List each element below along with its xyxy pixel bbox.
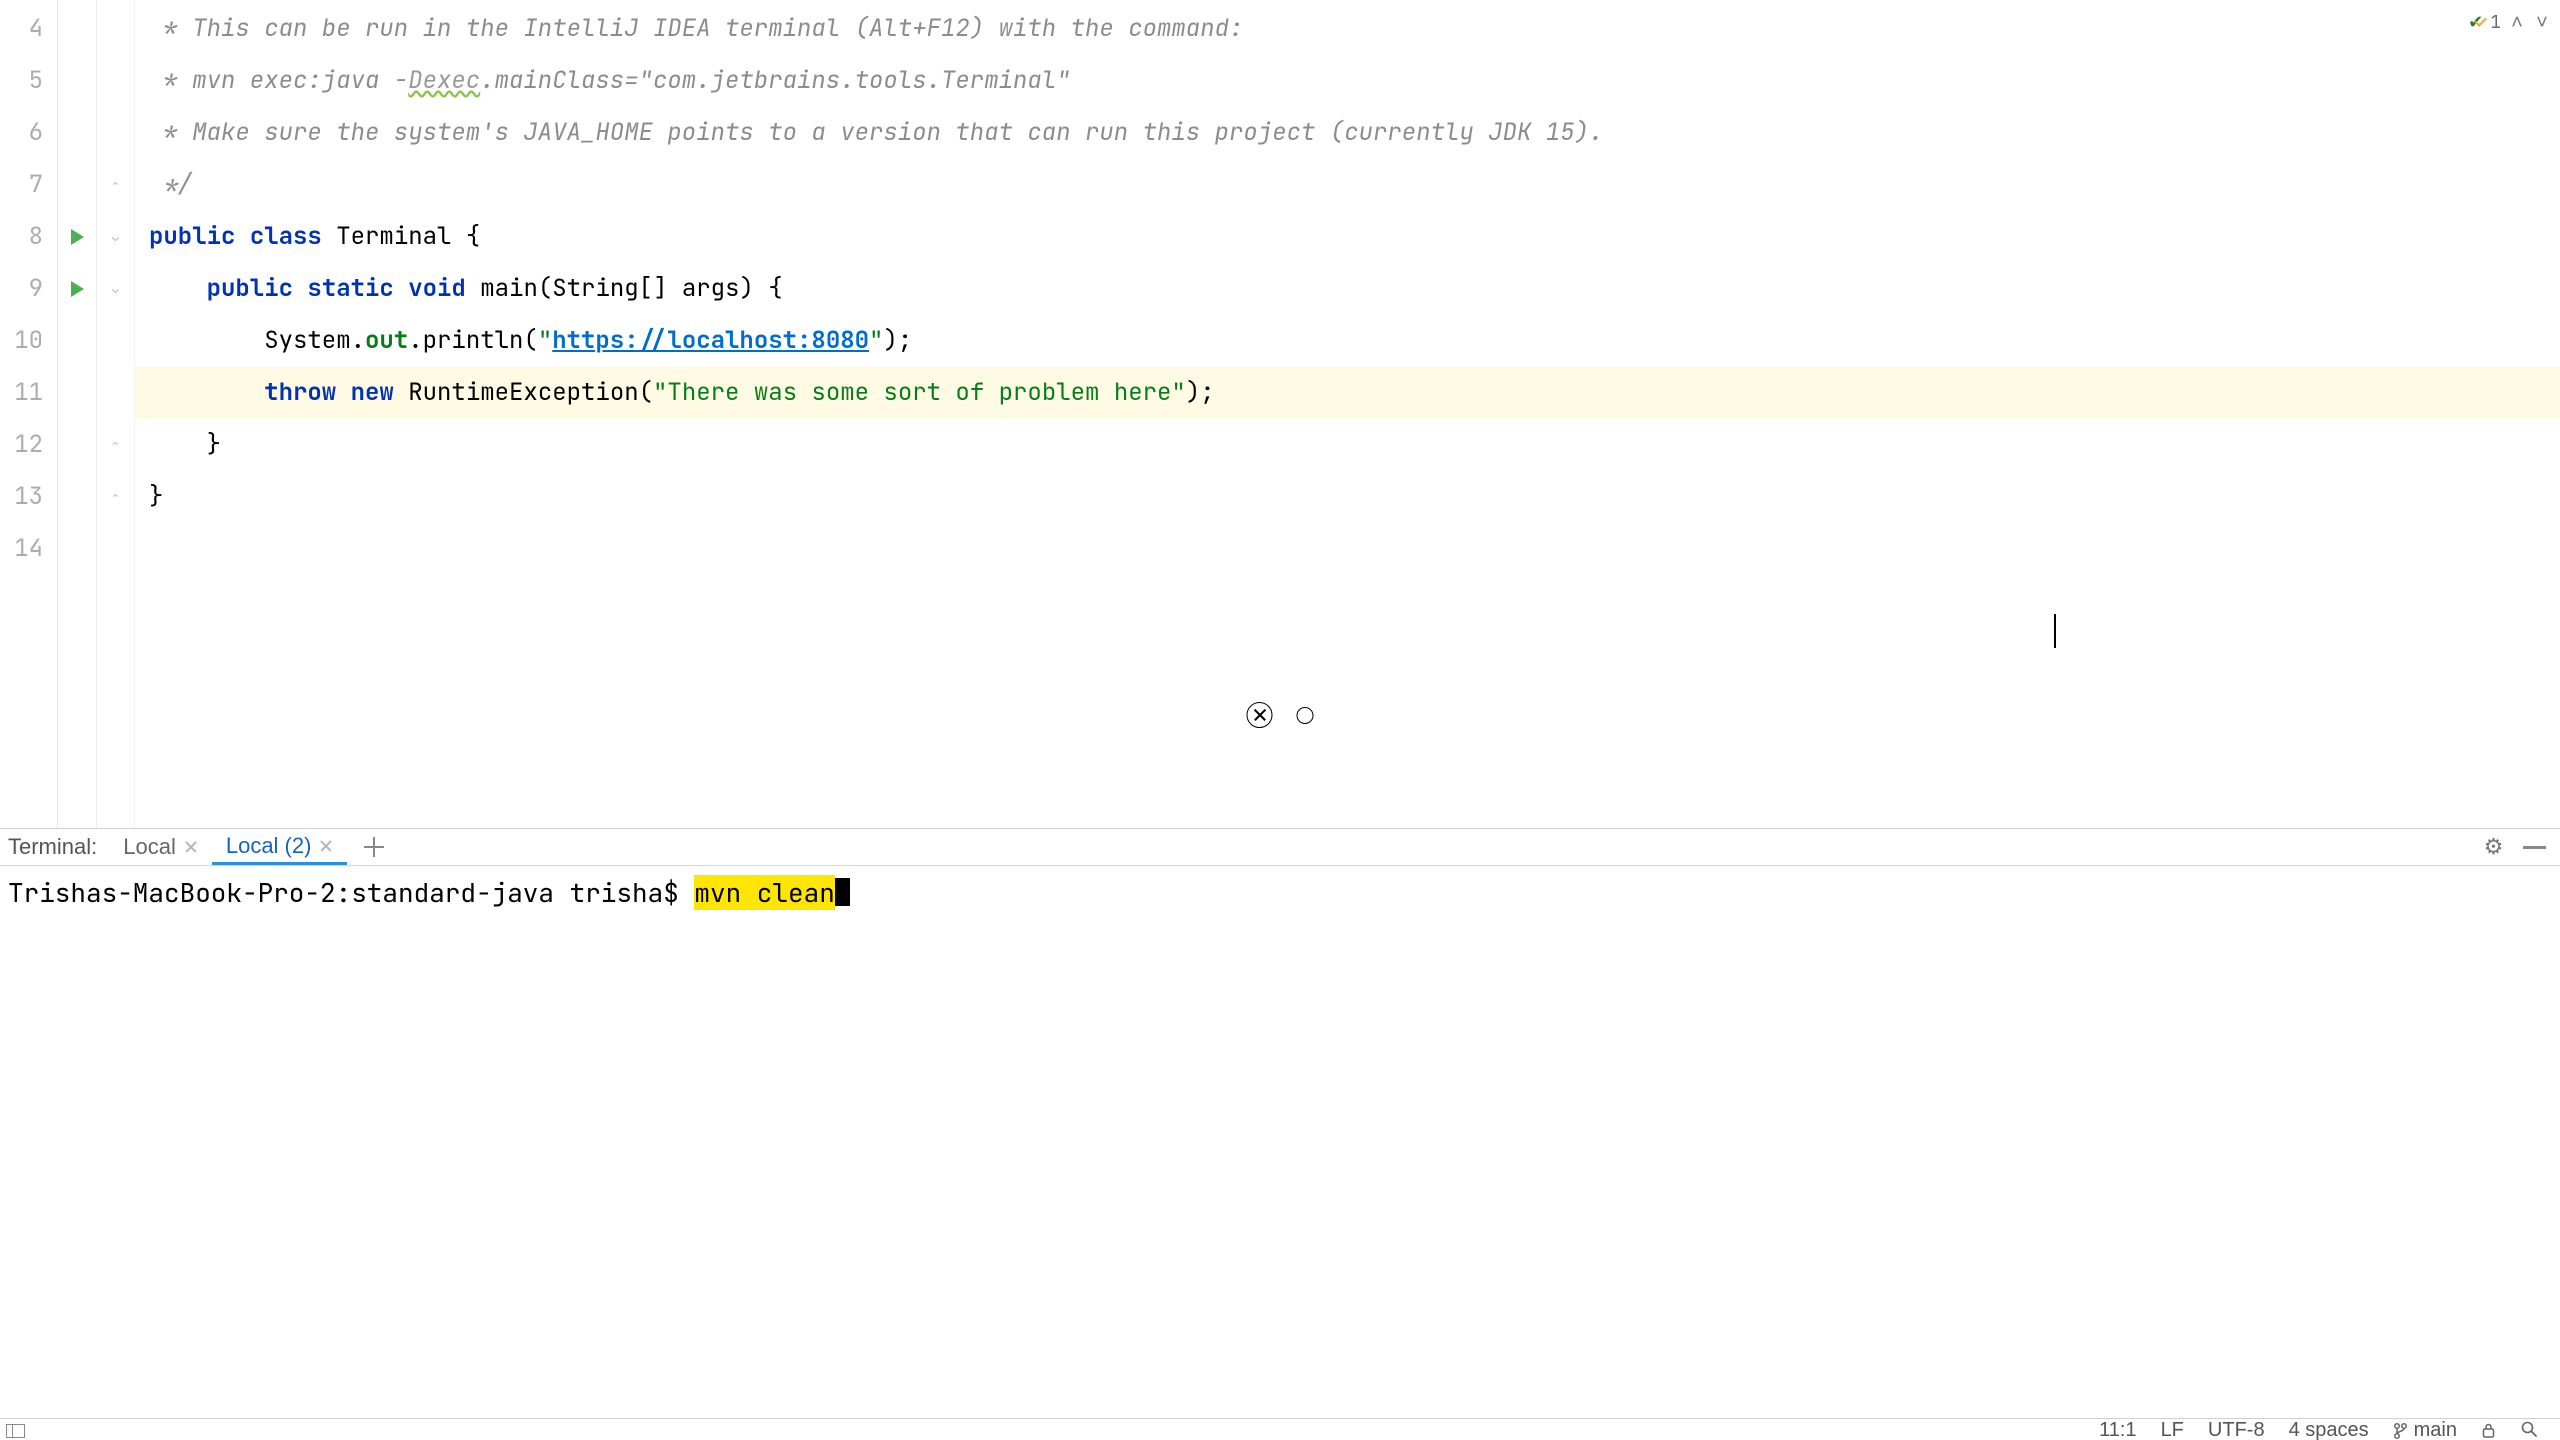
url-link[interactable]: https://localhost:8080 bbox=[552, 325, 869, 356]
status-caret-position[interactable]: 11:1 bbox=[2087, 1419, 2148, 1440]
inspection-ok-icon: ✔ bbox=[2468, 11, 2483, 34]
status-bar: 11:1 LF UTF-8 4 spaces main bbox=[0, 1418, 2560, 1440]
run-main-icon[interactable] bbox=[71, 281, 84, 297]
code-line[interactable]: } bbox=[135, 419, 2560, 471]
add-terminal-tab-icon[interactable] bbox=[361, 834, 387, 860]
code-line-current[interactable]: throw new RuntimeException("There was so… bbox=[135, 367, 2560, 419]
close-hint-icon[interactable] bbox=[1247, 702, 1273, 728]
line-number[interactable]: 8 bbox=[0, 211, 57, 263]
status-indent[interactable]: 4 spaces bbox=[2277, 1419, 2381, 1440]
terminal-prompt: Trishas-MacBook-Pro-2:standard-java tris… bbox=[8, 875, 694, 910]
code-line[interactable]: * mvn exec:java -Dexec.mainClass="com.je… bbox=[135, 55, 2560, 107]
status-git-branch[interactable]: main bbox=[2381, 1419, 2469, 1440]
terminal-body[interactable]: Trishas-MacBook-Pro-2:standard-java tris… bbox=[0, 866, 2560, 1418]
status-line-separator[interactable]: LF bbox=[2149, 1419, 2196, 1440]
fold-start-icon[interactable]: ⌄ bbox=[112, 229, 119, 245]
inspection-count: 1 bbox=[2490, 11, 2501, 34]
inspection-widget[interactable]: ✔ 1 ˄ ˅ bbox=[2468, 7, 2551, 37]
fold-start-icon[interactable]: ⌄ bbox=[112, 281, 119, 297]
code-line[interactable]: public class Terminal { bbox=[135, 211, 2560, 263]
editor-scrollbar[interactable] bbox=[2542, 0, 2560, 828]
editor-caret bbox=[2054, 614, 2056, 648]
fold-end-icon[interactable]: ⌃ bbox=[112, 489, 119, 505]
terminal-cursor bbox=[835, 878, 850, 906]
close-tab-icon[interactable] bbox=[319, 839, 333, 853]
pager-dot-icon[interactable] bbox=[1297, 707, 1314, 724]
line-number[interactable]: 7 bbox=[0, 159, 57, 211]
code-line[interactable]: * This can be run in the IntelliJ IDEA t… bbox=[135, 3, 2560, 55]
status-search-icon[interactable] bbox=[2508, 1420, 2550, 1440]
line-number[interactable]: 6 bbox=[0, 107, 57, 159]
close-tab-icon[interactable] bbox=[184, 840, 198, 854]
fold-end-icon[interactable]: ⌃ bbox=[112, 177, 119, 193]
run-class-icon[interactable] bbox=[71, 229, 84, 245]
terminal-title: Terminal: bbox=[0, 834, 109, 860]
line-number[interactable]: 11 bbox=[0, 367, 57, 419]
fold-gutter: ⌃ ⌄ ⌄ ⌃ ⌃ bbox=[97, 0, 135, 828]
prev-problem-icon[interactable]: ˄ bbox=[2508, 13, 2526, 31]
line-number-gutter: 4 5 6 7 8 9 10 11 12 13 14 bbox=[0, 0, 58, 828]
terminal-panel: Terminal: Local Local (2) ⚙ Trishas-MacB… bbox=[0, 828, 2560, 1418]
toolwindows-toggle-icon[interactable] bbox=[6, 1424, 25, 1438]
line-number[interactable]: 12 bbox=[0, 419, 57, 471]
hide-panel-icon[interactable] bbox=[2523, 846, 2546, 849]
editor-pane: 4 5 6 7 8 9 10 11 12 13 14 ⌃ ⌄ ⌄ ⌃ ⌃ * T… bbox=[0, 0, 2560, 828]
line-number[interactable]: 9 bbox=[0, 263, 57, 315]
code-line[interactable]: * Make sure the system's JAVA_HOME point… bbox=[135, 107, 2560, 159]
terminal-tab-label: Local bbox=[123, 834, 176, 860]
line-number[interactable]: 13 bbox=[0, 471, 57, 523]
terminal-tab-local[interactable]: Local bbox=[109, 829, 212, 865]
code-line[interactable]: public static void main(String[] args) { bbox=[135, 263, 2560, 315]
status-branch-name: main bbox=[2414, 1419, 2457, 1440]
line-number[interactable]: 10 bbox=[0, 315, 57, 367]
code-line[interactable]: System.out.println("https://localhost:80… bbox=[135, 315, 2560, 367]
terminal-tab-local-2[interactable]: Local (2) bbox=[212, 829, 348, 865]
code-line[interactable]: } bbox=[135, 471, 2560, 523]
terminal-settings-icon[interactable]: ⚙ bbox=[2482, 836, 2505, 859]
line-number[interactable]: 5 bbox=[0, 55, 57, 107]
run-gutter bbox=[58, 0, 97, 828]
branch-icon bbox=[2393, 1422, 2408, 1440]
fold-end-icon[interactable]: ⌃ bbox=[112, 437, 119, 453]
terminal-tab-label: Local (2) bbox=[226, 833, 312, 859]
line-number[interactable]: 4 bbox=[0, 3, 57, 55]
status-readonly-icon[interactable] bbox=[2469, 1422, 2508, 1439]
status-encoding[interactable]: UTF-8 bbox=[2196, 1419, 2277, 1440]
code-area[interactable]: * This can be run in the IntelliJ IDEA t… bbox=[135, 0, 2560, 828]
terminal-command: mvn clean bbox=[694, 875, 834, 910]
code-line[interactable]: */ bbox=[135, 159, 2560, 211]
terminal-tabbar: Terminal: Local Local (2) ⚙ bbox=[0, 829, 2560, 866]
code-line[interactable] bbox=[135, 523, 2560, 575]
line-number[interactable]: 14 bbox=[0, 523, 57, 575]
